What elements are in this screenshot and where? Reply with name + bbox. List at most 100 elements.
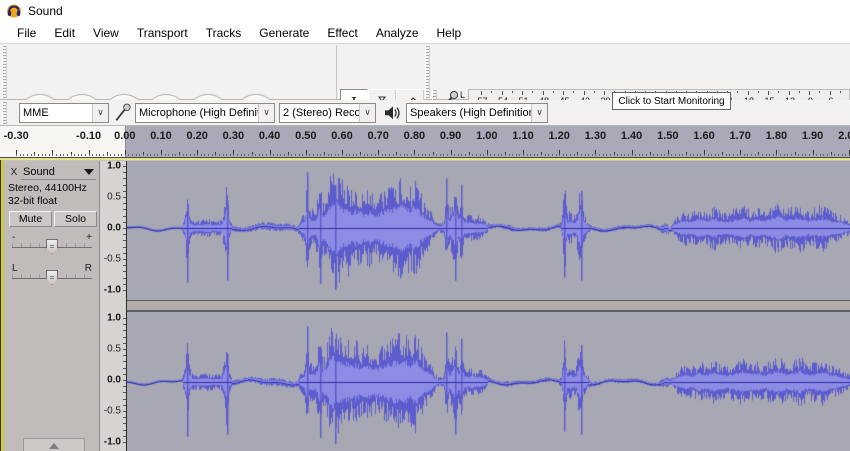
timeline-dot — [334, 154, 336, 156]
timeline-dot — [475, 154, 477, 156]
timeline-dot — [678, 154, 680, 156]
timeline-label: 1.40 — [620, 130, 643, 142]
timeline-dot — [287, 154, 289, 156]
waveform-channel-left[interactable] — [127, 161, 850, 300]
timeline-dot — [269, 154, 271, 156]
menu-transport[interactable]: Transport — [128, 24, 197, 42]
amplitude-tick — [123, 392, 126, 394]
timeline-dot — [208, 154, 210, 156]
timeline-label: 0.40 — [258, 130, 281, 142]
vertical-ruler[interactable]: 1.0 0.5 0.0 -0.5 -1.0 1.0 0.5 0.0 -0.5 -1.0 — [100, 161, 127, 451]
timeline-label: 1.80 — [765, 130, 788, 142]
timeline-dot — [48, 154, 50, 156]
timeline-dot — [751, 154, 753, 156]
timeline-dot — [428, 154, 430, 156]
timeline-dot — [486, 154, 488, 156]
timeline-ruler[interactable]: -0.30 -0.10 0.00 0.10 0.20 0.30 0.40 0.50 0.60 0.… — [0, 126, 850, 158]
app-logo-icon — [7, 4, 21, 17]
timeline-dot — [182, 154, 184, 156]
title-bar: Sound — [0, 0, 850, 22]
window-title: Sound — [28, 4, 63, 18]
audio-host-select[interactable]: MME ∨ — [19, 102, 109, 123]
recording-channels-select[interactable]: 2 (Stereo) Recorc ∨ — [279, 102, 376, 123]
menu-help[interactable]: Help — [428, 24, 471, 42]
menu-file[interactable]: File — [8, 24, 45, 42]
timeline-dot — [490, 154, 492, 156]
gain-thumb[interactable]: = — [46, 239, 58, 254]
menu-tracks[interactable]: Tracks — [197, 24, 251, 42]
amplitude-tick — [123, 417, 126, 419]
timeline-dot — [624, 154, 626, 156]
audacity-window: Sound File Edit View Transport Tracks Generat… — [0, 0, 850, 451]
playback-device-select[interactable]: Speakers (High Definition Audi ∨ — [406, 102, 548, 123]
timeline-dot — [457, 154, 459, 156]
timeline-dot — [197, 154, 199, 156]
timeline-dot — [302, 154, 304, 156]
timeline-label: 0.80 — [403, 130, 426, 142]
transport-grip[interactable] — [2, 46, 7, 98]
track-focus-border-top — [0, 158, 850, 160]
menu-edit[interactable]: Edit — [45, 24, 84, 42]
timeline-dot — [696, 154, 698, 156]
timeline-dot — [816, 154, 818, 156]
timeline-dot — [725, 154, 727, 156]
pan-thumb[interactable]: = — [46, 270, 58, 285]
mute-button[interactable]: Mute — [9, 211, 52, 227]
device-grip[interactable] — [2, 101, 7, 124]
timeline-dot — [95, 154, 97, 156]
timeline-dot — [363, 154, 365, 156]
close-track-button[interactable]: X — [7, 165, 21, 179]
timeline-dot — [392, 154, 394, 156]
timeline-dot — [653, 154, 655, 156]
timeline-dot — [805, 154, 807, 156]
gain-slider[interactable]: - + = — [12, 232, 92, 259]
timeline-dot — [512, 154, 514, 156]
track-menu[interactable]: Sound — [21, 165, 96, 180]
timeline-dot — [284, 154, 286, 156]
timeline-dot — [711, 154, 713, 156]
timeline-label: 1.60 — [693, 130, 715, 142]
timeline-dot — [298, 154, 300, 156]
timeline-label: 0.20 — [186, 130, 208, 142]
pan-slider[interactable]: L R = — [12, 263, 92, 290]
meter-tick — [552, 91, 554, 93]
timeline-dot — [736, 154, 738, 156]
recording-device-select[interactable]: Microphone (High Definition Au ∨ — [135, 102, 275, 123]
track-control-panel[interactable]: X Sound Stereo, 44100Hz 32-bit float Mut… — [4, 161, 100, 451]
timeline-dot — [294, 154, 296, 156]
timeline-label: 0.90 — [439, 130, 462, 142]
timeline-dot — [704, 154, 705, 156]
solo-button[interactable]: Solo — [54, 211, 97, 227]
timeline-dot — [819, 154, 821, 156]
waveform-channel-right[interactable] — [127, 312, 850, 451]
timeline-dot — [649, 154, 651, 156]
menu-view[interactable]: View — [84, 24, 128, 42]
menu-effect[interactable]: Effect — [318, 24, 366, 42]
collapse-track-button[interactable] — [23, 438, 85, 451]
amplitude-tick — [123, 342, 126, 344]
timeline-dot — [179, 154, 181, 156]
meter-tick — [778, 91, 780, 93]
monitoring-tooltip[interactable]: Click to Start Monitoring — [612, 92, 731, 110]
amplitude-tick — [123, 221, 126, 223]
menu-generate[interactable]: Generate — [250, 24, 318, 42]
tools-grip[interactable] — [425, 46, 430, 98]
amplitude-tick — [123, 386, 126, 388]
meter-left-label: L — [460, 90, 466, 100]
waveform-display[interactable] — [127, 161, 850, 451]
timeline-dot — [342, 154, 343, 156]
timeline-dot — [685, 154, 687, 156]
amplitude-tick — [123, 349, 126, 350]
amplitude-tick — [123, 429, 126, 431]
toolbar-zone: I↔✱ L R -57-54-51-48-45-42-39-36-33-30-2… — [0, 44, 850, 143]
menu-analyze[interactable]: Analyze — [367, 24, 428, 42]
timeline-dot — [765, 154, 767, 156]
meter-tick — [532, 91, 534, 93]
timeline-dot — [613, 154, 615, 156]
meter-tick — [604, 91, 605, 95]
timeline-dot — [291, 154, 293, 156]
timeline-dot — [323, 154, 325, 156]
meter-tick — [491, 91, 493, 93]
timeline-dot — [117, 154, 119, 156]
timeline-dot — [497, 154, 499, 156]
